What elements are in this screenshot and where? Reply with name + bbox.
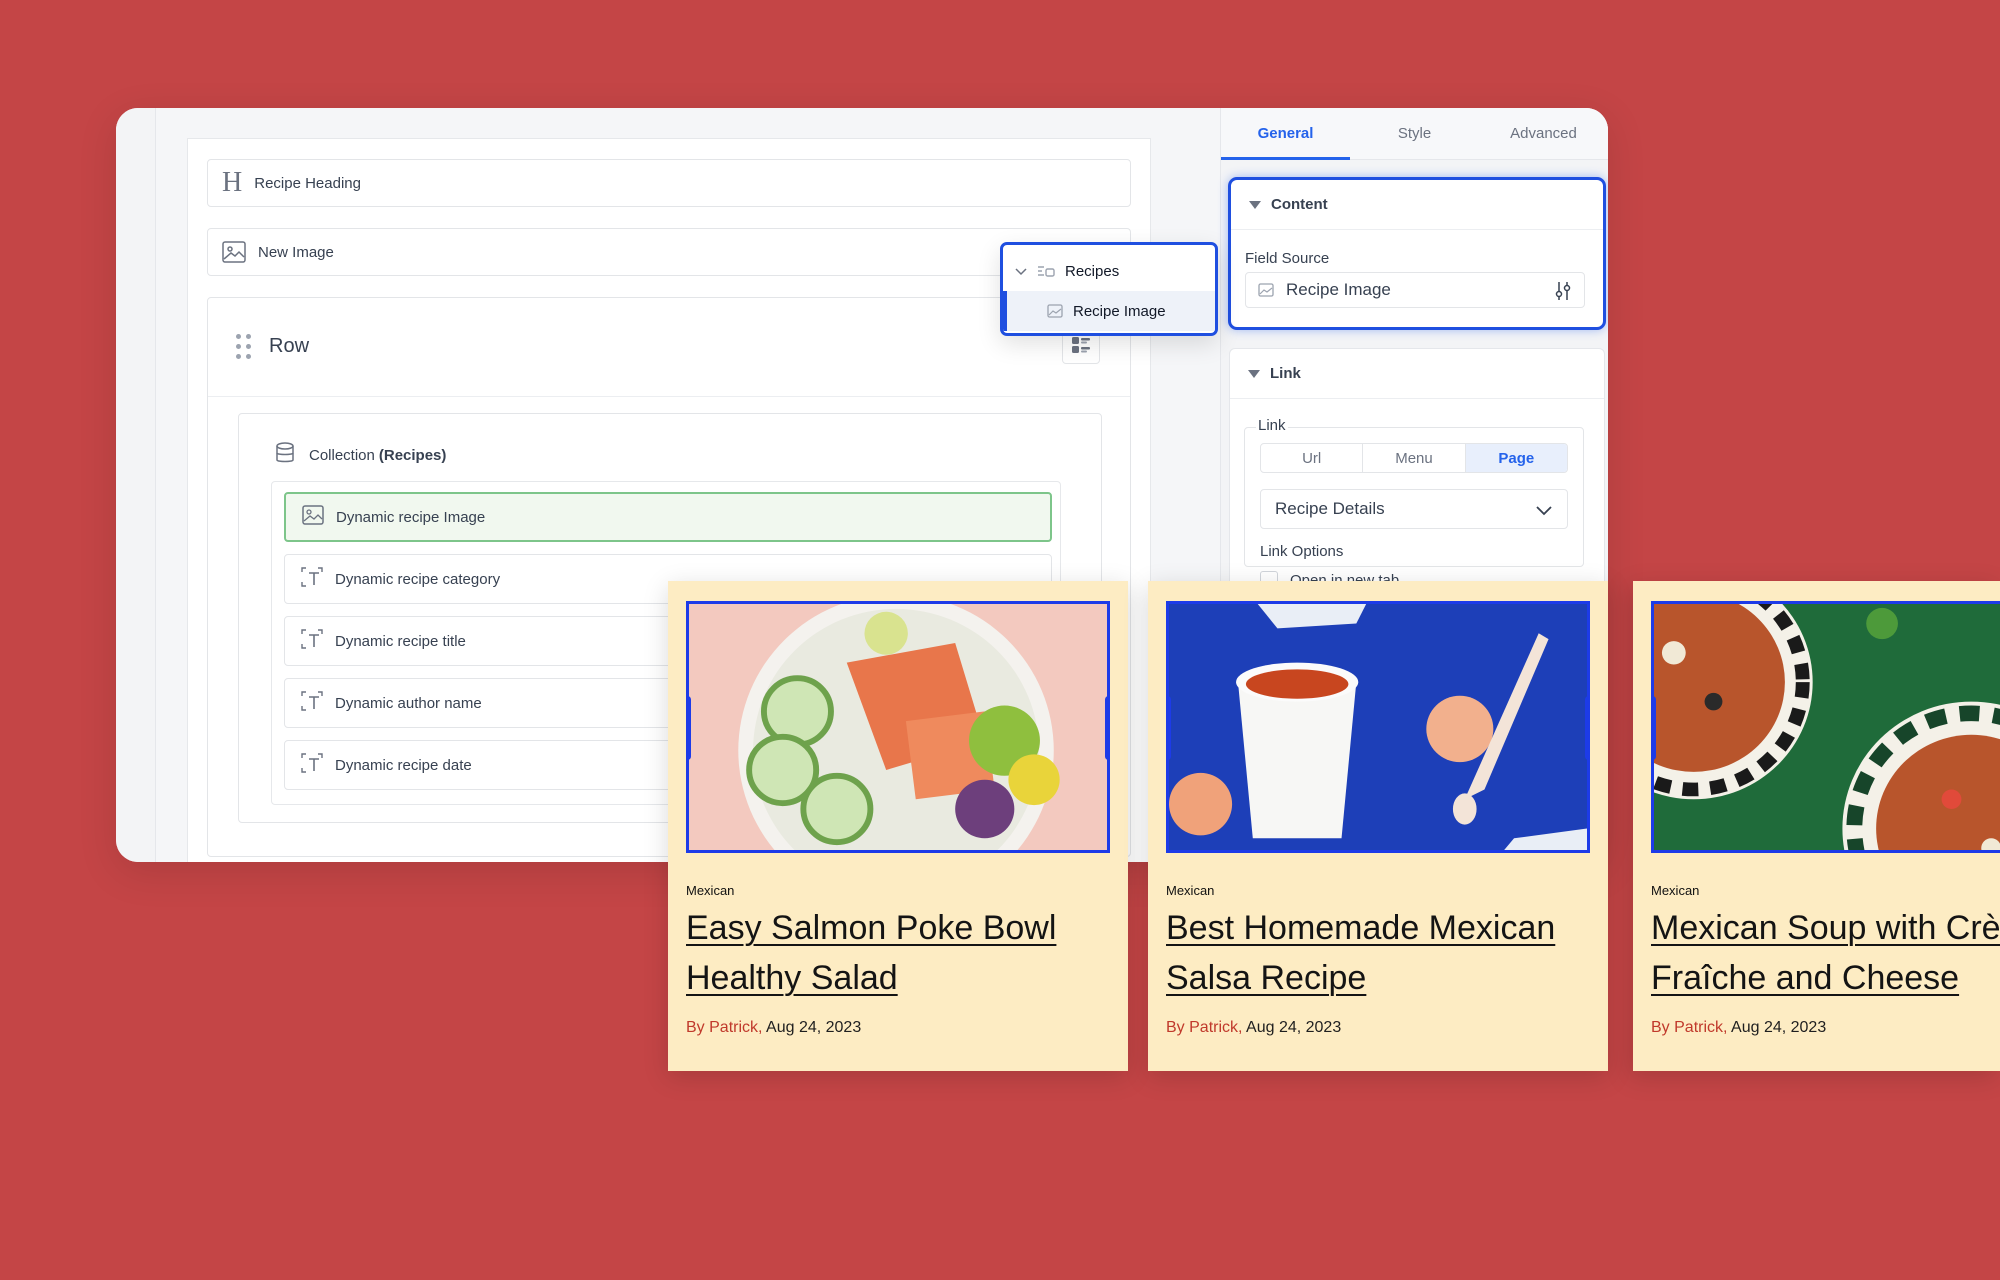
field-source-popover: Recipes Recipe Image [1000,242,1218,336]
layout-icon [1071,336,1091,359]
recipe-title-line: Healthy Salad [686,959,898,997]
item-label: Dynamic recipe title [335,632,466,650]
item-label: Dynamic recipe date [335,756,472,774]
poke-bowl-image [689,604,1107,850]
recipe-date: Aug 24, 2023 [1246,1019,1342,1036]
dynamic-text-icon [301,753,323,777]
recipe-card[interactable]: Mexican Mexican Soup with Crè Fraîche an… [1633,581,2000,1071]
dynamic-image-icon [302,505,324,529]
mexican-soup-image [1654,604,2000,850]
drag-handle-icon[interactable] [236,334,251,359]
resize-handle[interactable] [1654,696,1656,760]
recipe-title-line: Salsa Recipe [1166,959,1367,997]
recipe-category: Mexican [1166,883,1215,898]
tab-general[interactable]: General [1221,108,1350,160]
recipe-title-line: Best Homemade Mexican [1166,909,1556,947]
field-source-value: Recipe Image [1286,280,1391,299]
link-type-page[interactable]: Page [1465,444,1567,472]
content-section-header[interactable]: Content [1231,180,1603,230]
recipe-meta: By Patrick, Aug 24, 2023 [1166,1019,1341,1037]
popover-item-recipe-image[interactable]: Recipe Image [1003,291,1215,331]
block-recipe-heading[interactable]: H Recipe Heading [207,159,1131,207]
recipe-category: Mexican [686,883,735,898]
link-type-segmented: Url Menu Page [1260,443,1568,473]
row-title: Row [269,335,310,357]
recipe-image[interactable] [1166,601,1590,853]
field-source-input[interactable]: Recipe Image [1245,272,1585,308]
adjust-icon[interactable] [1554,281,1572,306]
dynamic-recipe-image-item[interactable]: Dynamic recipe Image [284,492,1052,542]
recipe-author[interactable]: By Patrick, [1651,1019,1727,1036]
dynamic-text-icon [301,567,323,591]
resize-handle[interactable] [689,696,691,760]
row-divider [208,396,1130,397]
image-icon [222,241,246,263]
recipe-card[interactable]: Mexican Best Homemade Mexican Salsa Reci… [1148,581,1608,1071]
content-heading: Content [1271,196,1328,213]
block-label: Recipe Heading [254,174,361,192]
salsa-image [1169,604,1587,850]
recipe-title[interactable]: Best Homemade Mexican Salsa Recipe [1166,903,1606,1003]
heading-icon: H [222,167,243,198]
panel-tabs: General Style Advanced [1221,108,1608,160]
image-icon [1047,304,1063,318]
dynamic-text-icon [301,629,323,653]
dynamic-text-icon [301,691,323,715]
collection-header: Collection (Recipes) [275,442,446,468]
link-section-header[interactable]: Link [1230,349,1604,399]
popover-item-label: Recipe Image [1073,302,1166,320]
link-type-menu[interactable]: Menu [1363,444,1466,472]
recipe-image[interactable] [686,601,1110,853]
collection-label: Collection [309,446,375,464]
recipe-image[interactable] [1651,601,2000,853]
collapse-triangle-icon [1249,200,1261,209]
collapse-triangle-icon [1248,369,1260,378]
image-icon [1258,283,1274,297]
collection-icon [1037,264,1055,278]
left-gutter [116,108,156,862]
block-new-image[interactable]: New Image [207,228,1131,276]
recipe-category: Mexican [1651,883,1700,898]
link-legend: Link [1256,417,1288,434]
link-options-label: Link Options [1260,543,1344,560]
resize-handle[interactable] [1105,696,1107,760]
item-label: Dynamic author name [335,694,482,712]
row-header: Row [236,334,309,359]
tab-advanced[interactable]: Advanced [1479,108,1608,159]
recipe-meta: By Patrick, Aug 24, 2023 [686,1019,861,1037]
recipe-meta: By Patrick, Aug 24, 2023 [1651,1019,1826,1037]
content-section: Content Field Source Recipe Image [1228,177,1606,330]
page-select[interactable]: Recipe Details [1260,489,1568,529]
recipe-title[interactable]: Easy Salmon Poke Bowl Healthy Salad [686,903,1126,1003]
recipe-date: Aug 24, 2023 [766,1019,862,1036]
popover-group-recipes[interactable]: Recipes [1003,251,1215,291]
recipe-author[interactable]: By Patrick, [1166,1019,1242,1036]
popover-group-label: Recipes [1065,262,1120,280]
chevron-down-icon [1015,266,1027,276]
recipe-card[interactable]: Mexican Easy Salmon Poke Bowl Healthy Sa… [668,581,1128,1071]
database-icon [275,442,295,468]
recipe-author[interactable]: By Patrick, [686,1019,762,1036]
recipe-title-line: Fraîche and Cheese [1651,959,1960,997]
block-label: New Image [258,243,334,261]
collection-source: (Recipes) [378,446,447,464]
item-label: Dynamic recipe Image [336,508,486,526]
field-source-label: Field Source [1245,250,1330,267]
recipe-title-line: Mexican Soup with Crè [1651,909,2000,947]
resize-handle[interactable] [1585,696,1587,760]
link-heading: Link [1270,365,1301,382]
recipe-title[interactable]: Mexican Soup with Crè Fraîche and Cheese [1651,903,2000,1003]
link-type-url[interactable]: Url [1261,444,1364,472]
recipe-title-line: Easy Salmon Poke Bowl [686,909,1057,947]
resize-handle[interactable] [1169,696,1171,760]
tab-style[interactable]: Style [1350,108,1479,159]
page-select-value: Recipe Details [1275,499,1385,518]
recipe-date: Aug 24, 2023 [1731,1019,1827,1036]
chevron-down-icon [1535,502,1553,522]
item-label: Dynamic recipe category [335,570,501,588]
